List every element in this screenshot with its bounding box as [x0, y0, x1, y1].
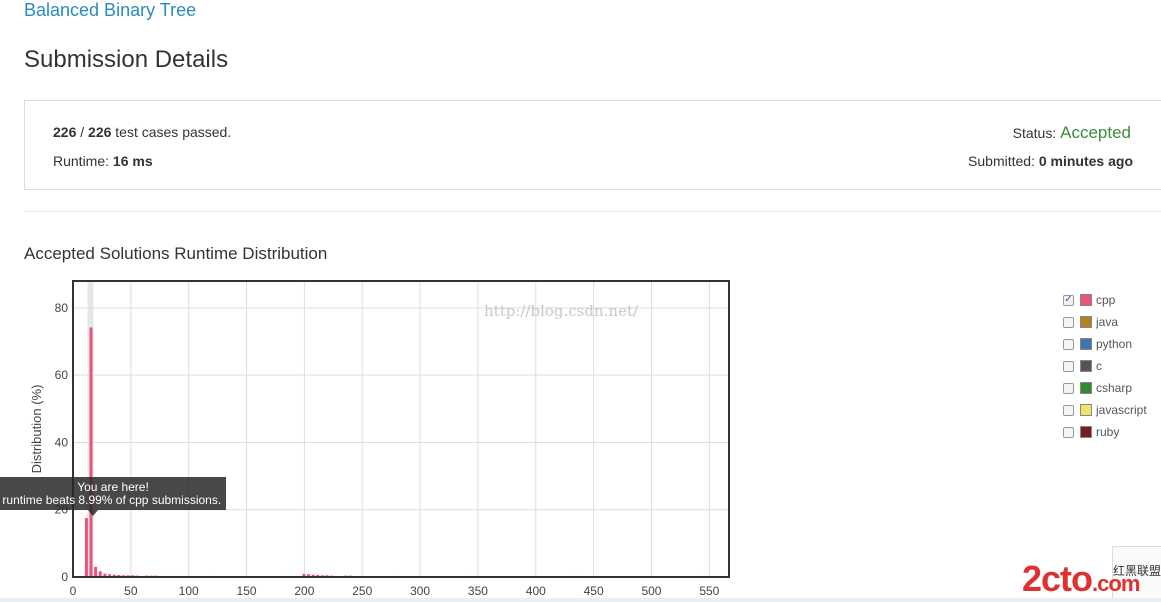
passed-separator: / [76, 124, 89, 140]
x-tick-label: 350 [468, 584, 488, 598]
plot-frame [72, 280, 730, 578]
tooltip-line-2: Your runtime beats 8.99% of cpp submissi… [0, 493, 222, 507]
x-tick-label: 550 [699, 584, 719, 598]
x-tick-label: 250 [352, 584, 372, 598]
tooltip-arrow [88, 510, 98, 516]
legend-label: csharp [1096, 381, 1133, 395]
x-tick-label: 450 [584, 584, 604, 598]
legend-item-javascript[interactable]: javascript [1063, 399, 1147, 421]
x-tick-label: 150 [237, 584, 257, 598]
total-count: 226 [88, 124, 112, 140]
divider [24, 211, 1161, 212]
y-tick-label: 80 [55, 301, 69, 315]
legend-item-csharp[interactable]: csharp [1063, 377, 1147, 399]
legend-label: ruby [1096, 425, 1120, 439]
watermark-text: http://blog.csdn.net/ [484, 302, 639, 320]
status-line: Status: Accepted [1013, 123, 1131, 143]
status-value[interactable]: Accepted [1060, 123, 1131, 142]
legend-label: cpp [1096, 293, 1116, 307]
x-tick-label: 200 [294, 584, 314, 598]
x-tick-label: 0 [70, 584, 77, 598]
submission-summary-box: 226 / 226 test cases passed. Runtime: 16… [24, 100, 1161, 190]
legend-swatch-cpp [1080, 294, 1092, 306]
legend-label: c [1096, 359, 1102, 373]
runtime-line: Runtime: 16 ms [53, 153, 153, 169]
legend-swatch-python [1080, 338, 1092, 350]
page-title: Submission Details [24, 46, 229, 73]
bottom-bar [0, 598, 1161, 602]
legend-item-cpp[interactable]: ✓ cpp [1063, 289, 1147, 311]
logo-main: 2cto [1022, 558, 1093, 599]
legend-label: java [1096, 315, 1119, 329]
chart-section-title: Accepted Solutions Runtime Distribution [24, 244, 328, 263]
legend-swatch-c [1080, 360, 1092, 372]
passed-count: 226 [53, 124, 77, 140]
submitted-line: Submitted: 0 minutes ago [968, 153, 1133, 169]
language-legend: ✓ cpp java python c csharp javascript ruby [1063, 289, 1147, 443]
legend-item-python[interactable]: python [1063, 333, 1147, 355]
y-tick-label: 60 [55, 368, 69, 382]
legend-checkbox-ruby[interactable] [1063, 426, 1074, 438]
legend-checkbox-javascript[interactable] [1063, 404, 1074, 416]
legend-checkbox-cpp[interactable]: ✓ [1063, 294, 1074, 306]
x-tick-label: 300 [410, 584, 430, 598]
legend-checkbox-csharp[interactable] [1063, 382, 1074, 394]
legend-checkbox-java[interactable] [1063, 316, 1074, 328]
x-tick-label: 500 [641, 584, 661, 598]
legend-item-c[interactable]: c [1063, 355, 1147, 377]
legend-swatch-javascript [1080, 404, 1092, 416]
legend-label: javascript [1096, 403, 1147, 417]
legend-swatch-java [1080, 316, 1092, 328]
bar-cpp [89, 327, 93, 577]
x-tick-label: 400 [526, 584, 546, 598]
runtime-label: Runtime: [53, 153, 113, 169]
logo-subtext: 红黑联盟 [1113, 564, 1161, 578]
bar-cpp [84, 518, 88, 577]
test-cases-line: 226 / 226 test cases passed. [53, 124, 231, 140]
legend-item-java[interactable]: java [1063, 311, 1147, 333]
legend-item-ruby[interactable]: ruby [1063, 421, 1147, 443]
y-tick-label: 0 [61, 570, 68, 584]
legend-swatch-csharp [1080, 382, 1092, 394]
legend-label: python [1096, 337, 1133, 351]
passed-suffix: test cases passed. [111, 124, 232, 140]
legend-swatch-ruby [1080, 426, 1092, 438]
problem-title-link[interactable]: Balanced Binary Tree [24, 0, 196, 21]
bar-cpp [94, 566, 98, 577]
x-tick-label: 100 [179, 584, 199, 598]
y-axis-label: Distribution (%) [29, 385, 44, 474]
you-are-here-tooltip: You are here! Your runtime beats 8.99% o… [0, 477, 226, 510]
y-tick-label: 40 [55, 435, 69, 449]
status-label: Status: [1012, 125, 1061, 141]
submitted-label: Submitted: [968, 153, 1039, 169]
x-tick-label: 50 [124, 584, 138, 598]
runtime-value: 16 ms [112, 153, 153, 169]
submitted-value: 0 minutes ago [1038, 153, 1133, 169]
legend-checkbox-python[interactable] [1063, 338, 1074, 350]
legend-checkbox-c[interactable] [1063, 360, 1074, 372]
